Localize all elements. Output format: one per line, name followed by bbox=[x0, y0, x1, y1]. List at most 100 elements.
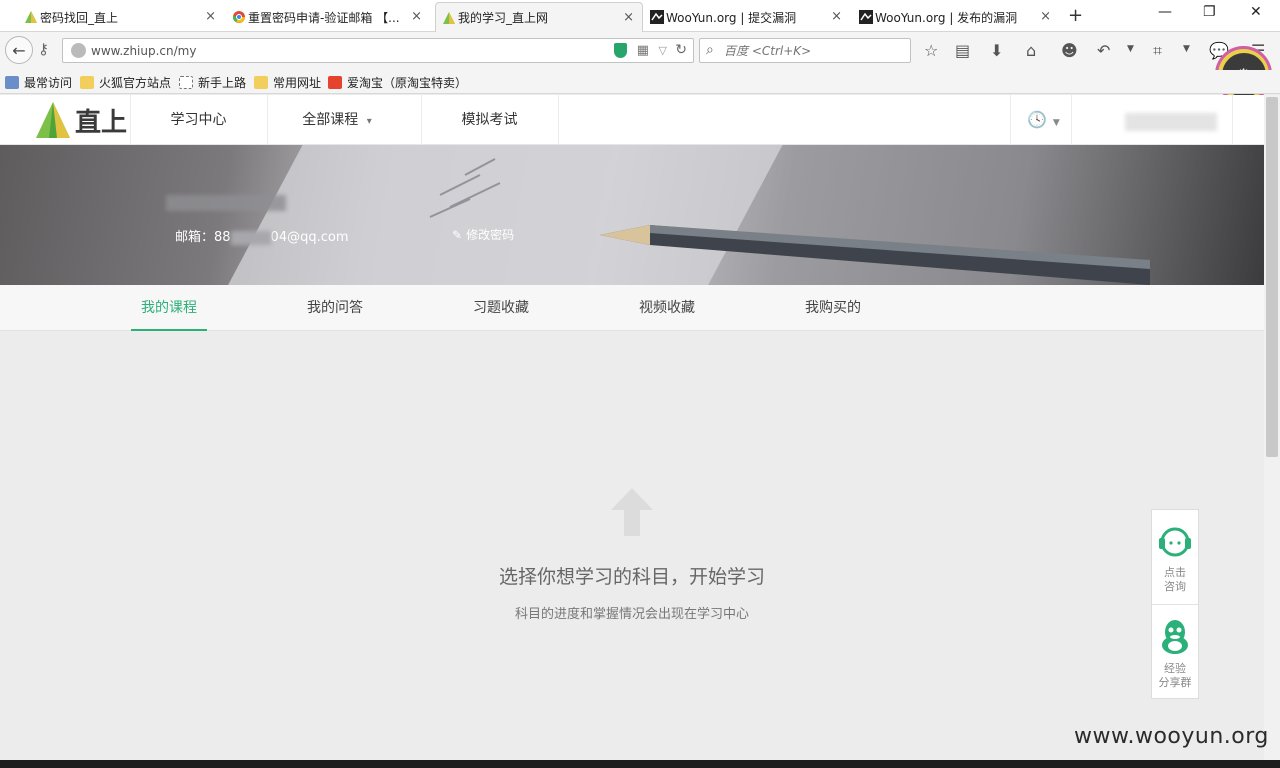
bookmark-star-icon[interactable]: ☆ bbox=[924, 41, 938, 60]
browser-tab[interactable]: 重置密码申请-验证邮箱 【... × bbox=[226, 2, 430, 32]
tab-my-courses[interactable]: 我的课程 bbox=[131, 285, 207, 331]
wooyun-icon bbox=[859, 10, 873, 24]
bookmark-label: 火狐官方站点 bbox=[99, 76, 172, 90]
username-blurred bbox=[166, 195, 286, 211]
chevron-down-icon: ▼ bbox=[1052, 118, 1060, 128]
bookmark-item[interactable]: 常用网址 bbox=[254, 74, 321, 91]
most-visited-icon bbox=[5, 76, 19, 89]
tab-video-favorites[interactable]: 视频收藏 bbox=[629, 285, 705, 331]
search-box[interactable]: ⌕ bbox=[699, 38, 911, 63]
bookmark-item[interactable]: 火狐官方站点 bbox=[80, 74, 171, 91]
scrollbar-thumb[interactable] bbox=[1266, 97, 1278, 457]
page-icon bbox=[179, 76, 193, 89]
crop-icon[interactable]: ⌗ bbox=[1153, 41, 1162, 61]
email-suffix: 04@qq.com bbox=[270, 230, 349, 245]
new-tab-button[interactable]: + bbox=[1068, 5, 1083, 26]
history-clock-icon[interactable]: 🕓 ▼ bbox=[1027, 110, 1060, 129]
download-icon[interactable]: ⬇ bbox=[990, 41, 1003, 60]
tab-exercise-favorites[interactable]: 习题收藏 bbox=[463, 285, 539, 331]
qq-group-button[interactable]: 经验 分享群 bbox=[1152, 618, 1198, 690]
key-icon[interactable]: ⚷ bbox=[38, 40, 49, 58]
bookmark-item[interactable]: 新手上路 bbox=[179, 74, 246, 91]
crop-dropdown-icon[interactable]: ▼ bbox=[1183, 44, 1190, 54]
bookmark-item[interactable]: 最常访问 bbox=[5, 74, 72, 91]
shield-icon[interactable] bbox=[614, 43, 627, 58]
search-input[interactable] bbox=[724, 42, 904, 60]
bookmark-label: 爱淘宝（原淘宝特卖） bbox=[347, 76, 468, 90]
undo-dropdown-icon[interactable]: ▼ bbox=[1127, 44, 1134, 54]
site-logo[interactable]: 直上 bbox=[35, 99, 127, 141]
bookmark-label: 常用网址 bbox=[273, 76, 322, 90]
zhishang-logo-icon bbox=[25, 11, 37, 23]
emoji-icon[interactable]: ☻ bbox=[1061, 41, 1078, 60]
nav-learning-center[interactable]: 学习中心 bbox=[130, 95, 267, 145]
tab-close-icon[interactable]: × bbox=[831, 9, 842, 24]
browser-tab[interactable]: WooYun.org | 提交漏洞 × bbox=[644, 2, 850, 32]
globe-icon bbox=[71, 43, 86, 58]
browser-tab-bar: 密码找回_直上 × 重置密码申请-验证邮箱 【... × 我的学习_直上网 × … bbox=[0, 0, 1280, 32]
browser-nav-bar: ← ⚷ www.zhiup.cn/my ▦ ▽ ↻ ⌕ ☆ ▤ ⬇ ⌂ ☻ ↶ … bbox=[0, 32, 1280, 70]
browser-tab-title: 重置密码申请-验证邮箱 【... bbox=[248, 10, 400, 25]
profile-email: 邮箱：88 04@qq.com bbox=[175, 226, 349, 245]
undo-icon[interactable]: ↶ bbox=[1097, 41, 1110, 60]
browser-tab-title: WooYun.org | 提交漏洞 bbox=[666, 10, 797, 25]
nav-all-courses-label: 全部课程 bbox=[302, 112, 359, 128]
reading-list-icon[interactable]: ▤ bbox=[955, 41, 970, 60]
back-button[interactable]: ← bbox=[5, 36, 33, 64]
qr-code-icon[interactable]: ▦ bbox=[637, 43, 649, 58]
folder-icon bbox=[254, 76, 268, 89]
browser-tab[interactable]: 密码找回_直上 × bbox=[18, 2, 224, 32]
browser-tab-title: 我的学习_直上网 bbox=[458, 11, 549, 25]
main-content bbox=[0, 331, 1264, 760]
search-icon: ⌕ bbox=[706, 42, 714, 58]
qq-penguin-icon bbox=[1162, 620, 1188, 654]
pencil-graphic bbox=[600, 225, 1150, 285]
url-text[interactable]: www.zhiup.cn/my bbox=[91, 44, 196, 58]
headset-icon bbox=[1159, 527, 1191, 557]
header-divider bbox=[558, 95, 559, 145]
profile-subtabs: 我的课程 我的问答 习题收藏 视频收藏 我购买的 bbox=[0, 285, 1264, 331]
change-password-label: 修改密码 bbox=[466, 228, 515, 242]
nav-all-courses[interactable]: 全部课程 ▾ bbox=[267, 95, 407, 145]
home-icon[interactable]: ⌂ bbox=[1026, 41, 1036, 60]
up-arrow-icon bbox=[611, 488, 653, 536]
tab-purchased[interactable]: 我购买的 bbox=[795, 285, 871, 331]
browser-tab-active[interactable]: 我的学习_直上网 × bbox=[435, 2, 643, 32]
tab-close-icon[interactable]: × bbox=[1040, 9, 1051, 24]
consult-button[interactable]: 点击 咨询 bbox=[1152, 524, 1198, 594]
browser-tab-title: 密码找回_直上 bbox=[40, 10, 119, 25]
tab-close-icon[interactable]: × bbox=[411, 9, 422, 24]
close-window-button[interactable]: ✕ bbox=[1250, 4, 1262, 20]
minimize-button[interactable]: — bbox=[1158, 4, 1172, 20]
address-bar[interactable]: www.zhiup.cn/my ▦ ▽ ↻ bbox=[62, 38, 694, 63]
header-divider bbox=[1071, 95, 1072, 145]
url-dropdown-icon[interactable]: ▽ bbox=[659, 44, 667, 57]
watermark: www.wooyun.org bbox=[1074, 724, 1269, 749]
bookmark-item[interactable]: 爱淘宝（原淘宝特卖） bbox=[328, 74, 467, 91]
profile-banner bbox=[0, 145, 1264, 285]
browser-tab-title: WooYun.org | 发布的漏洞 bbox=[875, 10, 1018, 25]
consult-label: 点击 咨询 bbox=[1164, 566, 1186, 593]
back-arrow-icon: ← bbox=[12, 40, 26, 60]
edit-icon: ✎ bbox=[452, 228, 463, 242]
chrome-like-icon bbox=[232, 11, 245, 23]
site-header: 直上 学习中心 全部课程 ▾ 模拟考试 🕓 ▼ bbox=[0, 95, 1264, 145]
zhishang-logo-icon bbox=[36, 102, 70, 138]
browser-tab[interactable]: WooYun.org | 发布的漏洞 × bbox=[853, 2, 1059, 32]
empty-state-subtitle: 科目的进度和掌握情况会出现在学习中心 bbox=[514, 607, 749, 622]
user-name-blurred[interactable] bbox=[1125, 113, 1217, 131]
bookmarks-bar: 最常访问 火狐官方站点 新手上路 常用网址 爱淘宝（原淘宝特卖） bbox=[0, 70, 1280, 94]
email-mask bbox=[230, 230, 271, 245]
zhishang-logo-icon bbox=[443, 12, 455, 24]
email-prefix: 邮箱：88 bbox=[175, 230, 231, 245]
tab-close-icon[interactable]: × bbox=[623, 10, 634, 25]
folder-icon bbox=[80, 76, 94, 89]
tab-close-icon[interactable]: × bbox=[205, 9, 216, 24]
reload-icon[interactable]: ↻ bbox=[675, 42, 687, 58]
header-divider bbox=[1010, 95, 1011, 145]
empty-state-title: 选择你想学习的科目，开始学习 bbox=[498, 566, 765, 588]
change-password-link[interactable]: ✎ 修改密码 bbox=[452, 226, 514, 243]
restore-button[interactable]: ❐ bbox=[1203, 4, 1216, 20]
nav-mock-exam[interactable]: 模拟考试 bbox=[421, 95, 558, 145]
tab-my-qa[interactable]: 我的问答 bbox=[297, 285, 373, 331]
